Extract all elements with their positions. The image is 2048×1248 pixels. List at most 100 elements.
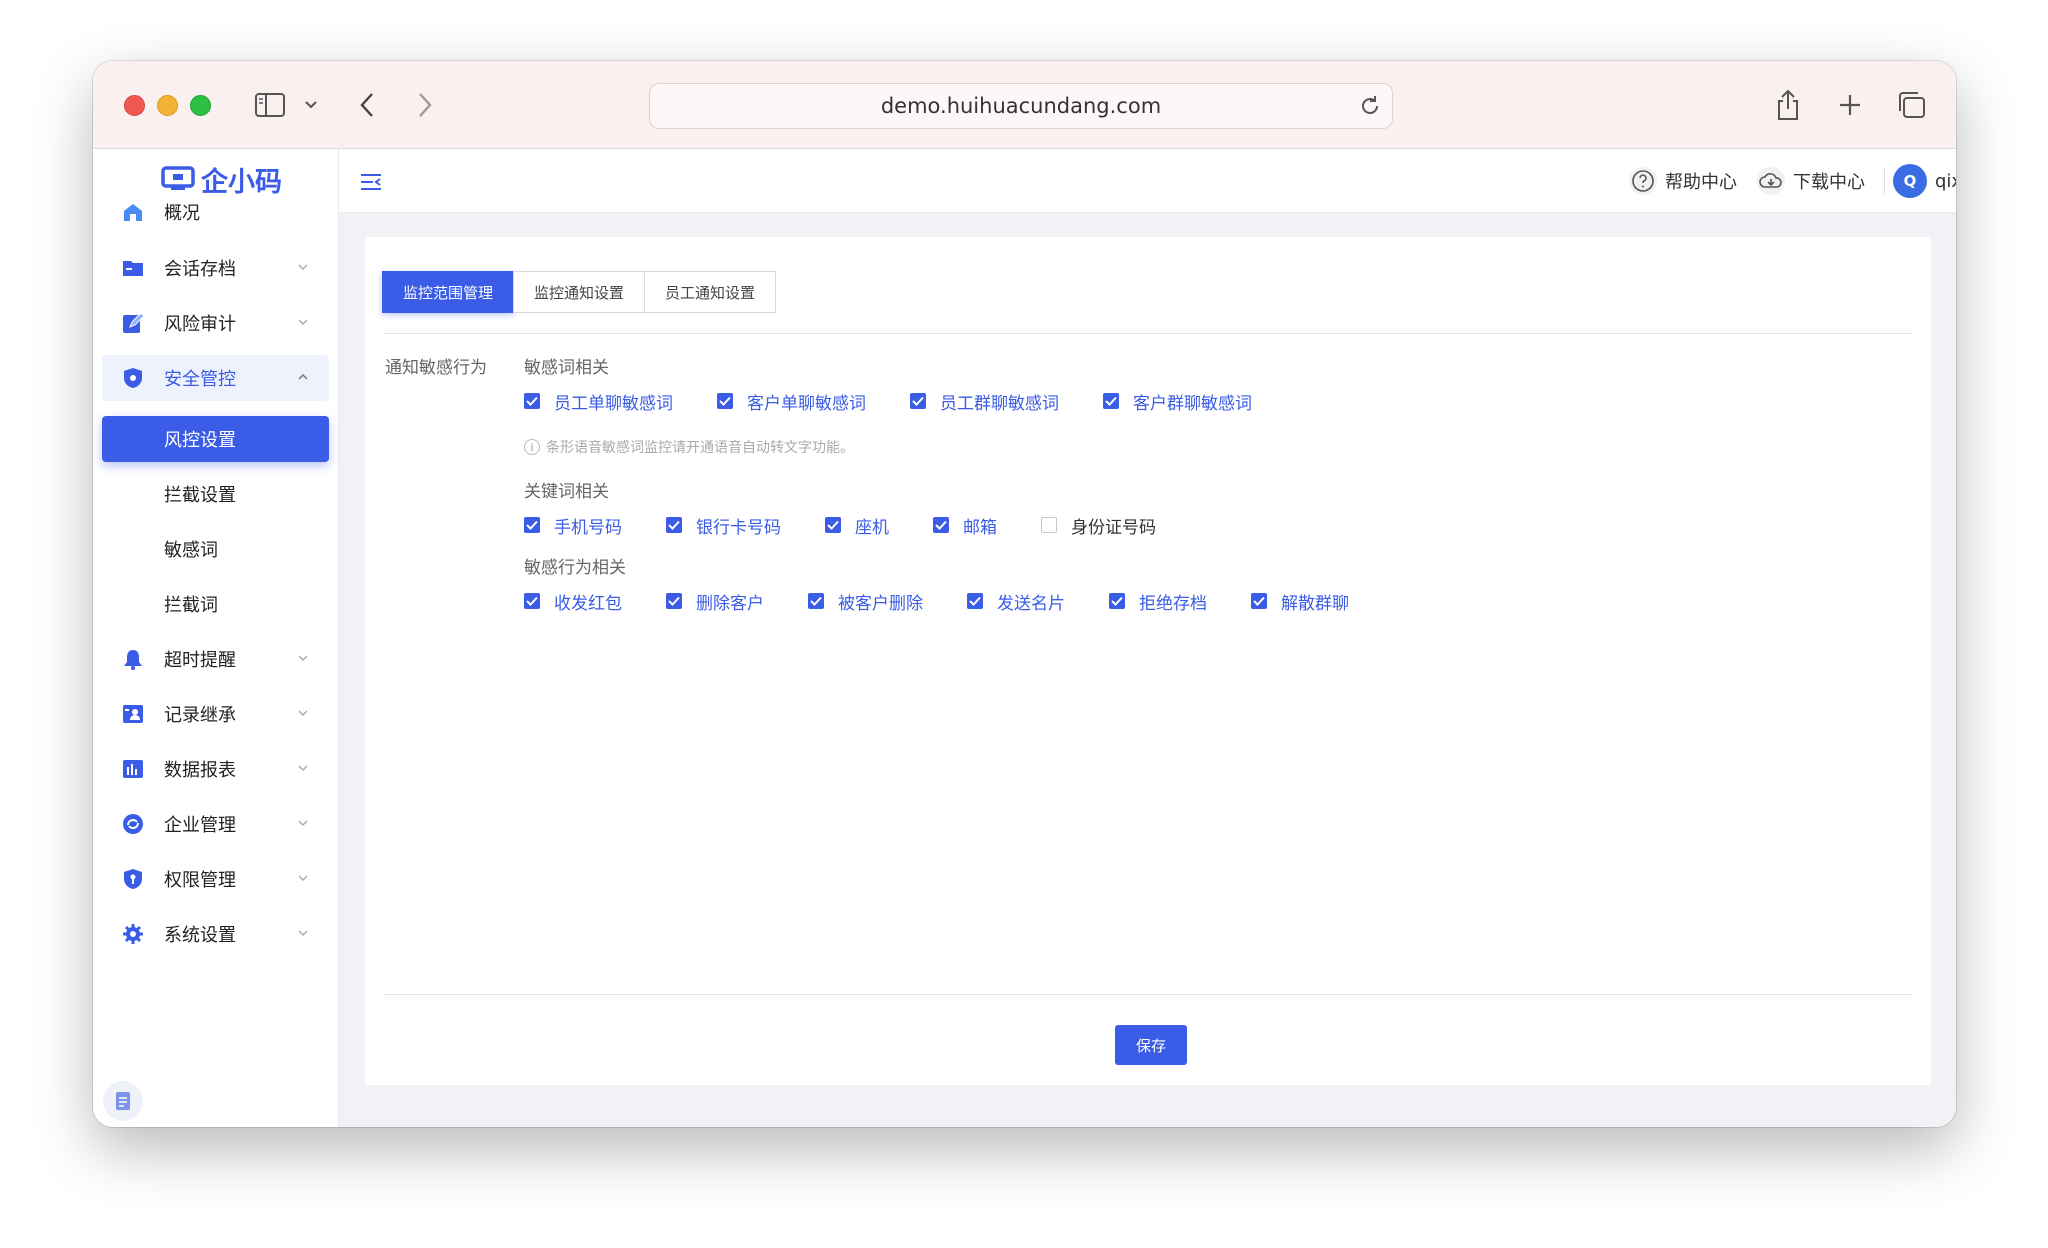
help-center-link[interactable]: 帮助中心 xyxy=(1629,165,1737,197)
checkbox-refuse-archive[interactable]: 拒绝存档 xyxy=(1109,589,1207,614)
checkbox-employee-group-sensitive[interactable]: 员工群聊敏感词 xyxy=(910,389,1059,414)
checkbox-deleted-by-customer[interactable]: 被客户删除 xyxy=(808,589,923,614)
menu-collapse-icon[interactable] xyxy=(359,171,383,193)
sidebar-item-overview[interactable]: 概况 xyxy=(102,189,329,235)
checkbox-customer-private-sensitive[interactable]: 客户单聊敏感词 xyxy=(717,389,866,414)
checkbox-checked-icon xyxy=(717,393,733,409)
checkbox-landline[interactable]: 座机 xyxy=(825,513,889,538)
chevron-down-icon xyxy=(298,655,308,662)
checkbox-email[interactable]: 邮箱 xyxy=(933,513,997,538)
close-window-button[interactable] xyxy=(124,95,145,116)
checkbox-checked-icon xyxy=(933,517,949,533)
sidebar: 企小码 概况 会话存档 风险审计 安全管控 风控设置 拦截设置 敏感词 拦截词 … xyxy=(93,149,339,1127)
checkbox-checked-icon xyxy=(808,593,824,609)
settings-card: 监控范围管理 监控通知设置 员工通知设置 通知敏感行为 敏感词相关 员工单聊敏感… xyxy=(365,237,1931,1085)
sidebar-item-risk-settings[interactable]: 风控设置 xyxy=(102,416,329,462)
checkbox-checked-icon xyxy=(967,593,983,609)
tab-bar: 监控范围管理 监控通知设置 员工通知设置 xyxy=(382,271,777,313)
checkbox-checked-icon xyxy=(1251,593,1267,609)
checkbox-checked-icon xyxy=(910,393,926,409)
checkbox-phone-number[interactable]: 手机号码 xyxy=(524,513,622,538)
checkbox-dissolve-group[interactable]: 解散群聊 xyxy=(1251,589,1349,614)
sidebar-item-data-reports[interactable]: 数据报表 xyxy=(102,746,329,792)
sidebar-item-security-control[interactable]: 安全管控 xyxy=(102,355,329,401)
group-title-sensitive-behavior: 敏感行为相关 xyxy=(524,558,626,578)
back-icon[interactable] xyxy=(357,89,377,121)
chevron-up-icon xyxy=(298,373,308,380)
chevron-down-icon xyxy=(298,930,308,937)
browser-titlebar: demo.huihuacundang.com xyxy=(93,61,1956,149)
sidebar-item-risk-audit[interactable]: 风险审计 xyxy=(102,300,329,346)
forward-icon[interactable] xyxy=(415,89,435,121)
chevron-down-icon xyxy=(298,875,308,882)
chevron-down-icon[interactable] xyxy=(303,89,319,121)
download-center-link[interactable]: 下载中心 xyxy=(1757,165,1865,197)
sidebar-item-system-settings[interactable]: 系统设置 xyxy=(102,911,329,957)
chevron-down-icon xyxy=(298,264,308,271)
user-menu[interactable]: Q qixiaoma xyxy=(1893,164,1956,198)
checkbox-checked-icon xyxy=(524,393,540,409)
avatar: Q xyxy=(1893,164,1927,198)
form-label: 通知敏感行为 xyxy=(385,358,487,378)
address-bar[interactable]: demo.huihuacundang.com xyxy=(649,83,1393,129)
share-icon[interactable] xyxy=(1773,89,1803,121)
main-content: 监控范围管理 监控通知设置 员工通知设置 通知敏感行为 敏感词相关 员工单聊敏感… xyxy=(339,213,1956,1127)
sidebar-item-intercept-words[interactable]: 拦截词 xyxy=(102,581,329,627)
new-tab-icon[interactable] xyxy=(1835,89,1865,121)
checkbox-checked-icon xyxy=(825,517,841,533)
sidebar-item-timeout-reminder[interactable]: 超时提醒 xyxy=(102,636,329,682)
sidebar-item-record-inherit[interactable]: 记录继承 xyxy=(102,691,329,737)
sidebar-toggle-icon[interactable] xyxy=(253,89,287,121)
checkbox-employee-private-sensitive[interactable]: 员工单聊敏感词 xyxy=(524,389,673,414)
checkbox-checked-icon xyxy=(1109,593,1125,609)
document-icon[interactable] xyxy=(103,1081,143,1121)
checkbox-checked-icon xyxy=(666,517,682,533)
checkbox-bank-card[interactable]: 银行卡号码 xyxy=(666,513,781,538)
tab-monitor-notify[interactable]: 监控通知设置 xyxy=(513,271,646,313)
checkbox-checked-icon xyxy=(1103,393,1119,409)
gear-icon xyxy=(123,924,143,944)
chevron-down-icon xyxy=(298,765,308,772)
home-icon xyxy=(124,204,142,221)
browser-window: demo.huihuacundang.com 企小码 概况 会话存档 风险审计 … xyxy=(93,61,1956,1127)
hint-text: i 条形语音敏感词监控请开通语音自动转文字功能。 xyxy=(524,437,854,457)
tab-monitor-scope[interactable]: 监控范围管理 xyxy=(382,271,515,313)
key-shield-icon xyxy=(124,869,142,889)
checkbox-checked-icon xyxy=(666,593,682,609)
checkbox-group-sensitive-behavior: 收发红包 删除客户 被客户删除 发送名片 拒绝存档 解散群聊 xyxy=(524,587,1393,615)
top-header: 帮助中心 下载中心 Q qixiaoma xyxy=(339,149,1956,213)
cloud-download-icon xyxy=(1757,167,1785,195)
checkbox-delete-customer[interactable]: 删除客户 xyxy=(666,589,764,614)
folder-icon xyxy=(123,261,143,276)
sidebar-item-session-archive[interactable]: 会话存档 xyxy=(102,245,329,291)
checkbox-red-packet[interactable]: 收发红包 xyxy=(524,589,622,614)
sidebar-item-intercept-settings[interactable]: 拦截设置 xyxy=(102,471,329,517)
sidebar-item-sensitive-words[interactable]: 敏感词 xyxy=(102,526,329,572)
tab-employee-notify[interactable]: 员工通知设置 xyxy=(644,271,777,313)
reload-icon[interactable] xyxy=(1358,94,1382,118)
sidebar-item-enterprise-management[interactable]: 企业管理 xyxy=(102,801,329,847)
username: qixiaoma xyxy=(1935,170,1956,192)
tab-overview-icon[interactable] xyxy=(1895,89,1927,121)
edit-icon xyxy=(123,312,144,333)
refresh-icon xyxy=(123,814,143,834)
checkbox-id-number[interactable]: 身份证号码 xyxy=(1041,513,1156,538)
checkbox-unchecked-icon xyxy=(1041,517,1057,533)
chevron-down-icon xyxy=(298,820,308,827)
checkbox-group-keywords: 手机号码 银行卡号码 座机 邮箱 身份证号码 xyxy=(524,511,1200,539)
question-icon xyxy=(1629,167,1657,195)
checkbox-customer-group-sensitive[interactable]: 客户群聊敏感词 xyxy=(1103,389,1252,414)
user-card-icon xyxy=(123,705,143,723)
tab-divider xyxy=(383,333,1913,334)
save-button[interactable]: 保存 xyxy=(1115,1025,1187,1065)
minimize-window-button[interactable] xyxy=(157,95,178,116)
header-divider xyxy=(1884,167,1885,195)
checkbox-checked-icon xyxy=(524,593,540,609)
checkbox-send-card[interactable]: 发送名片 xyxy=(967,589,1065,614)
chevron-down-icon xyxy=(298,319,308,326)
zoom-window-button[interactable] xyxy=(190,95,211,116)
bar-chart-icon xyxy=(123,760,143,778)
sidebar-item-permission-management[interactable]: 权限管理 xyxy=(102,856,329,902)
shield-icon xyxy=(124,368,142,388)
chevron-down-icon xyxy=(298,710,308,717)
